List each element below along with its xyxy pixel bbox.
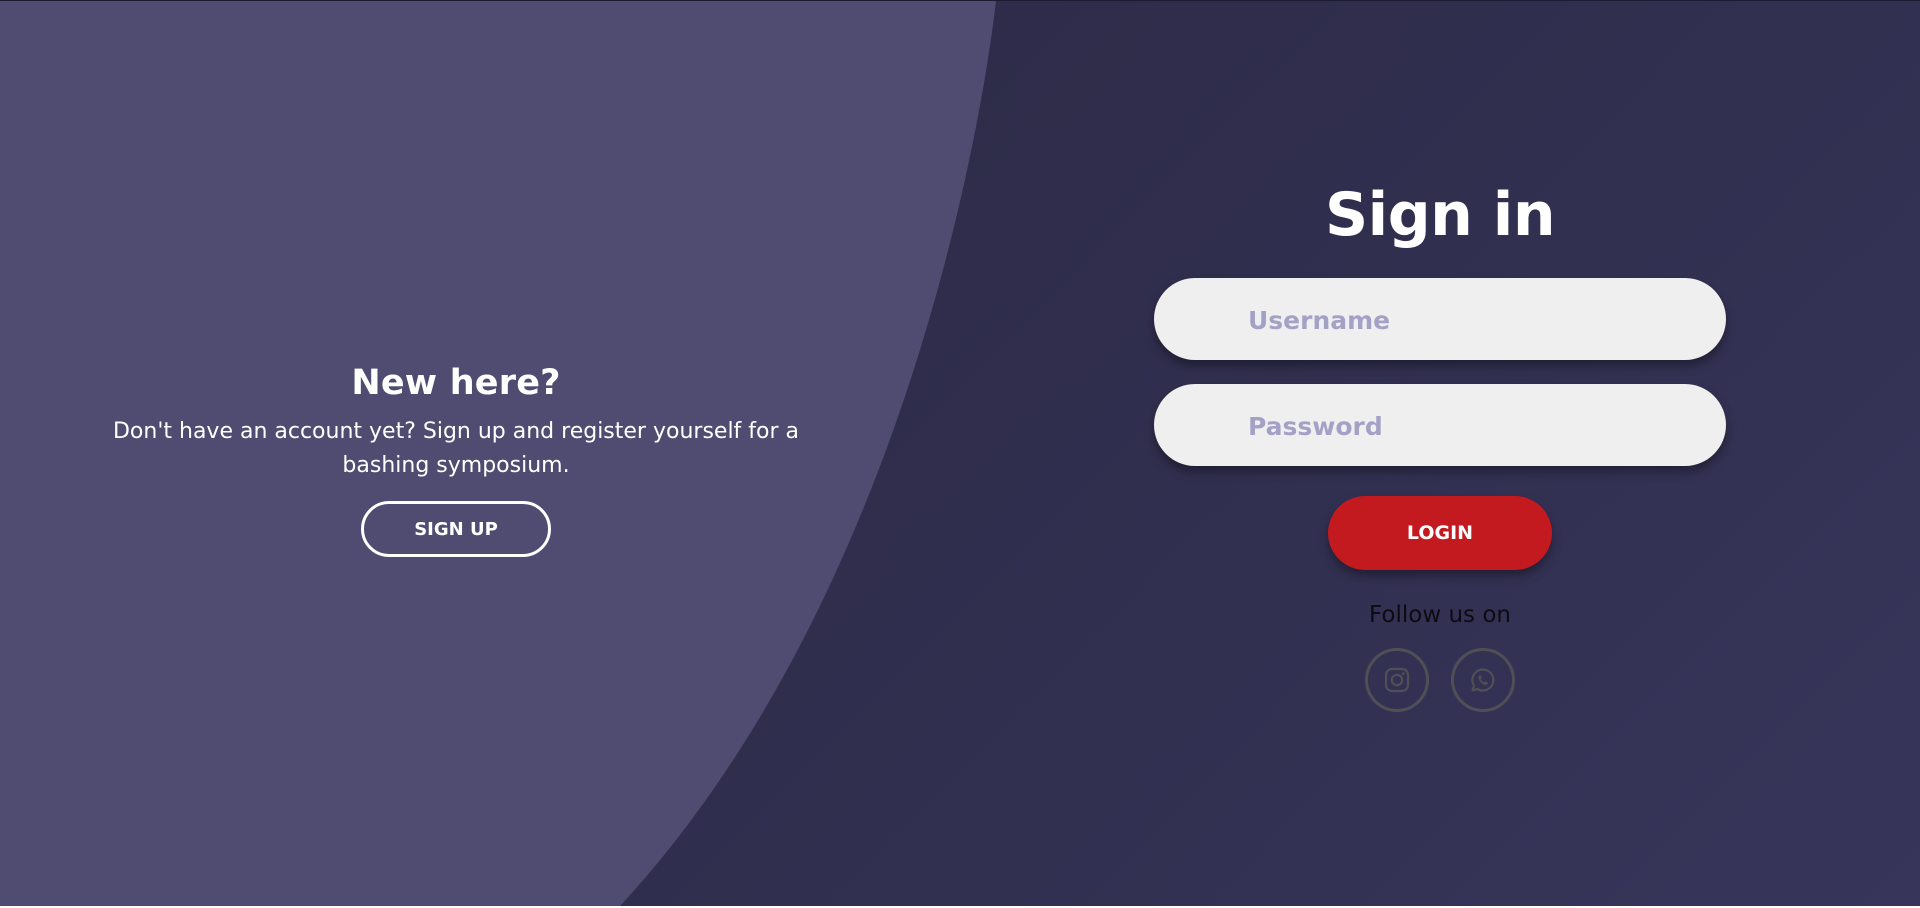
- login-page: New here? Don't have an account yet? Sig…: [0, 0, 1920, 906]
- social-links: [1154, 648, 1726, 712]
- follow-us-text: Follow us on: [1369, 602, 1511, 628]
- password-input[interactable]: [1246, 384, 1690, 468]
- instagram-link[interactable]: [1365, 648, 1429, 712]
- left-panel: New here? Don't have an account yet? Sig…: [100, 355, 812, 557]
- username-input[interactable]: [1246, 278, 1690, 362]
- left-panel-text: Don't have an account yet? Sign up and r…: [112, 419, 800, 478]
- whatsapp-icon: [1471, 668, 1495, 692]
- username-field: [1154, 278, 1726, 362]
- sign-up-button[interactable]: SIGN UP: [361, 501, 551, 557]
- whatsapp-link[interactable]: [1451, 648, 1515, 712]
- sign-in-form: Sign in LOGIN Follow us on: [1154, 170, 1726, 712]
- top-border: [0, 0, 1920, 1]
- login-button[interactable]: LOGIN: [1328, 496, 1552, 570]
- instagram-icon: [1384, 667, 1410, 693]
- password-field: [1154, 384, 1726, 468]
- sign-in-title: Sign in: [1324, 180, 1556, 250]
- left-panel-title: New here?: [351, 363, 561, 403]
